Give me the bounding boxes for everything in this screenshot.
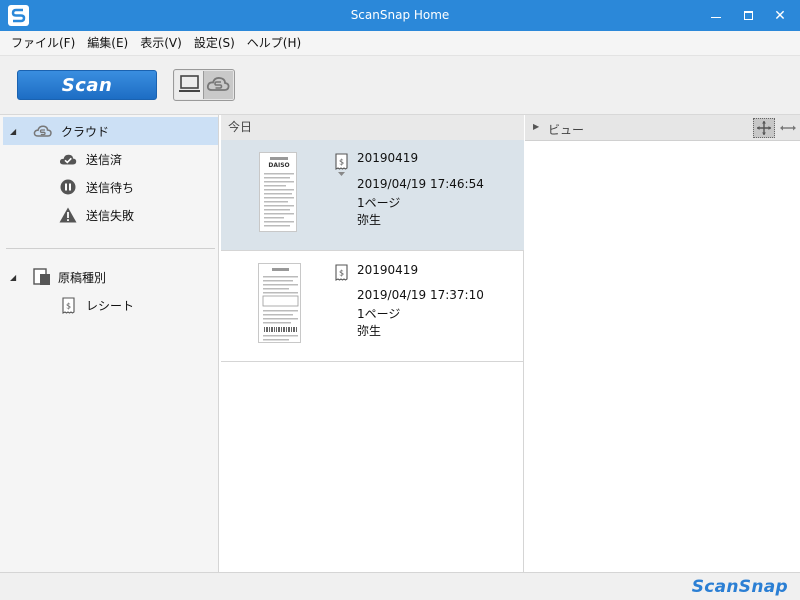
pause-icon (60, 179, 76, 195)
document-list: 今日 DAISO $ 20190419 2019/04/19 17:46:54 … (221, 115, 524, 572)
maximize-icon (743, 11, 753, 20)
document-datetime: 2019/04/19 17:37:10 (357, 288, 484, 302)
check-cloud-icon (59, 152, 77, 166)
window-title: ScanSnap Home (350, 8, 450, 22)
document-thumbnail[interactable]: DAISO (259, 152, 297, 232)
fit-width-button[interactable] (777, 118, 799, 138)
viewer-label: ビュー (548, 123, 585, 137)
document-thumbnail[interactable] (258, 263, 301, 343)
sidebar-item-failed[interactable]: 送信失敗 (0, 201, 219, 229)
svg-text:$: $ (66, 301, 71, 310)
sidebar-item-sent[interactable]: 送信済 (0, 145, 219, 173)
minimize-icon (711, 17, 721, 18)
minimize-button[interactable] (700, 0, 732, 31)
menu-view[interactable]: 表示(V) (134, 31, 188, 56)
document-datetime: 2019/04/19 17:46:54 (357, 177, 484, 191)
status-bar: ScanSnap (0, 572, 800, 600)
brand-logo: ScanSnap (691, 577, 788, 597)
menu-file[interactable]: ファイル(F) (5, 31, 81, 56)
sidebar-item-label: レシート (86, 298, 135, 313)
document-app: 弥生 (357, 213, 382, 227)
document-type-icon (33, 268, 51, 286)
cloud-icon (33, 123, 53, 139)
sidebar-item-pending[interactable]: 送信待ち (0, 173, 219, 201)
sidebar-item-label: クラウド (61, 124, 110, 139)
sidebar-item-receipt[interactable]: $ レシート (0, 291, 219, 319)
fit-width-icon (780, 125, 796, 131)
sidebar-item-label: 送信失敗 (86, 208, 135, 223)
sidebar-item-label: 送信待ち (86, 180, 135, 195)
menu-edit[interactable]: 編集(E) (81, 31, 134, 56)
document-name: 20190419 (357, 151, 419, 165)
document-pages: 1ページ (357, 307, 401, 321)
expand-arrow-icon[interactable]: ◢ (10, 127, 16, 136)
viewer-header: ▶ ビュー (525, 115, 800, 141)
sidebar-item-label: 原稿種別 (58, 270, 107, 285)
toolbar: Scan (0, 56, 800, 115)
viewer-pane: ▶ ビュー (525, 115, 800, 572)
cloud-mode-button[interactable] (204, 71, 233, 99)
sidebar-item-doctype[interactable]: ◢ 原稿種別 (0, 263, 219, 291)
scan-button[interactable]: Scan (17, 70, 157, 100)
document-name: 20190419 (357, 263, 419, 277)
document-item[interactable]: DAISO $ 20190419 2019/04/19 17:46:54 1ペー… (221, 140, 524, 251)
maximize-button[interactable] (732, 0, 764, 31)
menu-bar: ファイル(F) 編集(E) 表示(V) 設定(S) ヘルプ(H) (0, 31, 800, 56)
receipt-icon: $ (335, 153, 348, 180)
menu-help[interactable]: ヘルプ(H) (241, 31, 307, 56)
menu-settings[interactable]: 設定(S) (188, 31, 241, 56)
close-icon: ✕ (774, 7, 786, 24)
sidebar-item-label: 送信済 (86, 152, 123, 167)
receipt-icon: $ (335, 264, 348, 284)
sidebar-divider (6, 248, 215, 249)
mode-toggle (173, 69, 235, 101)
document-item[interactable]: $ 20190419 2019/04/19 17:37:10 1ページ 弥生 (221, 251, 524, 362)
cloud-sync-icon (206, 77, 230, 91)
expand-arrow-icon[interactable]: ◢ (10, 273, 16, 282)
svg-text:DAISO: DAISO (268, 162, 289, 169)
close-button[interactable]: ✕ (764, 0, 796, 31)
title-bar: ScanSnap Home ✕ (0, 0, 800, 31)
svg-text:$: $ (339, 269, 344, 278)
computer-icon (179, 75, 200, 92)
document-app: 弥生 (357, 324, 382, 338)
date-group-header: 今日 (221, 115, 524, 140)
fit-page-button[interactable] (753, 118, 775, 138)
fit-page-icon (757, 121, 771, 135)
sidebar-item-cloud[interactable]: ◢ クラウド (3, 117, 218, 145)
computer-mode-button[interactable] (175, 71, 204, 99)
receipt-icon: $ (62, 296, 75, 314)
svg-text:$: $ (339, 158, 344, 167)
document-pages: 1ページ (357, 196, 401, 210)
warning-icon (59, 207, 77, 223)
expand-arrow-icon[interactable]: ▶ (533, 122, 539, 131)
sidebar: ◢ クラウド 送信済 送信待ち 送信失敗 ◢ 原稿種別 $ レシート (0, 115, 219, 572)
